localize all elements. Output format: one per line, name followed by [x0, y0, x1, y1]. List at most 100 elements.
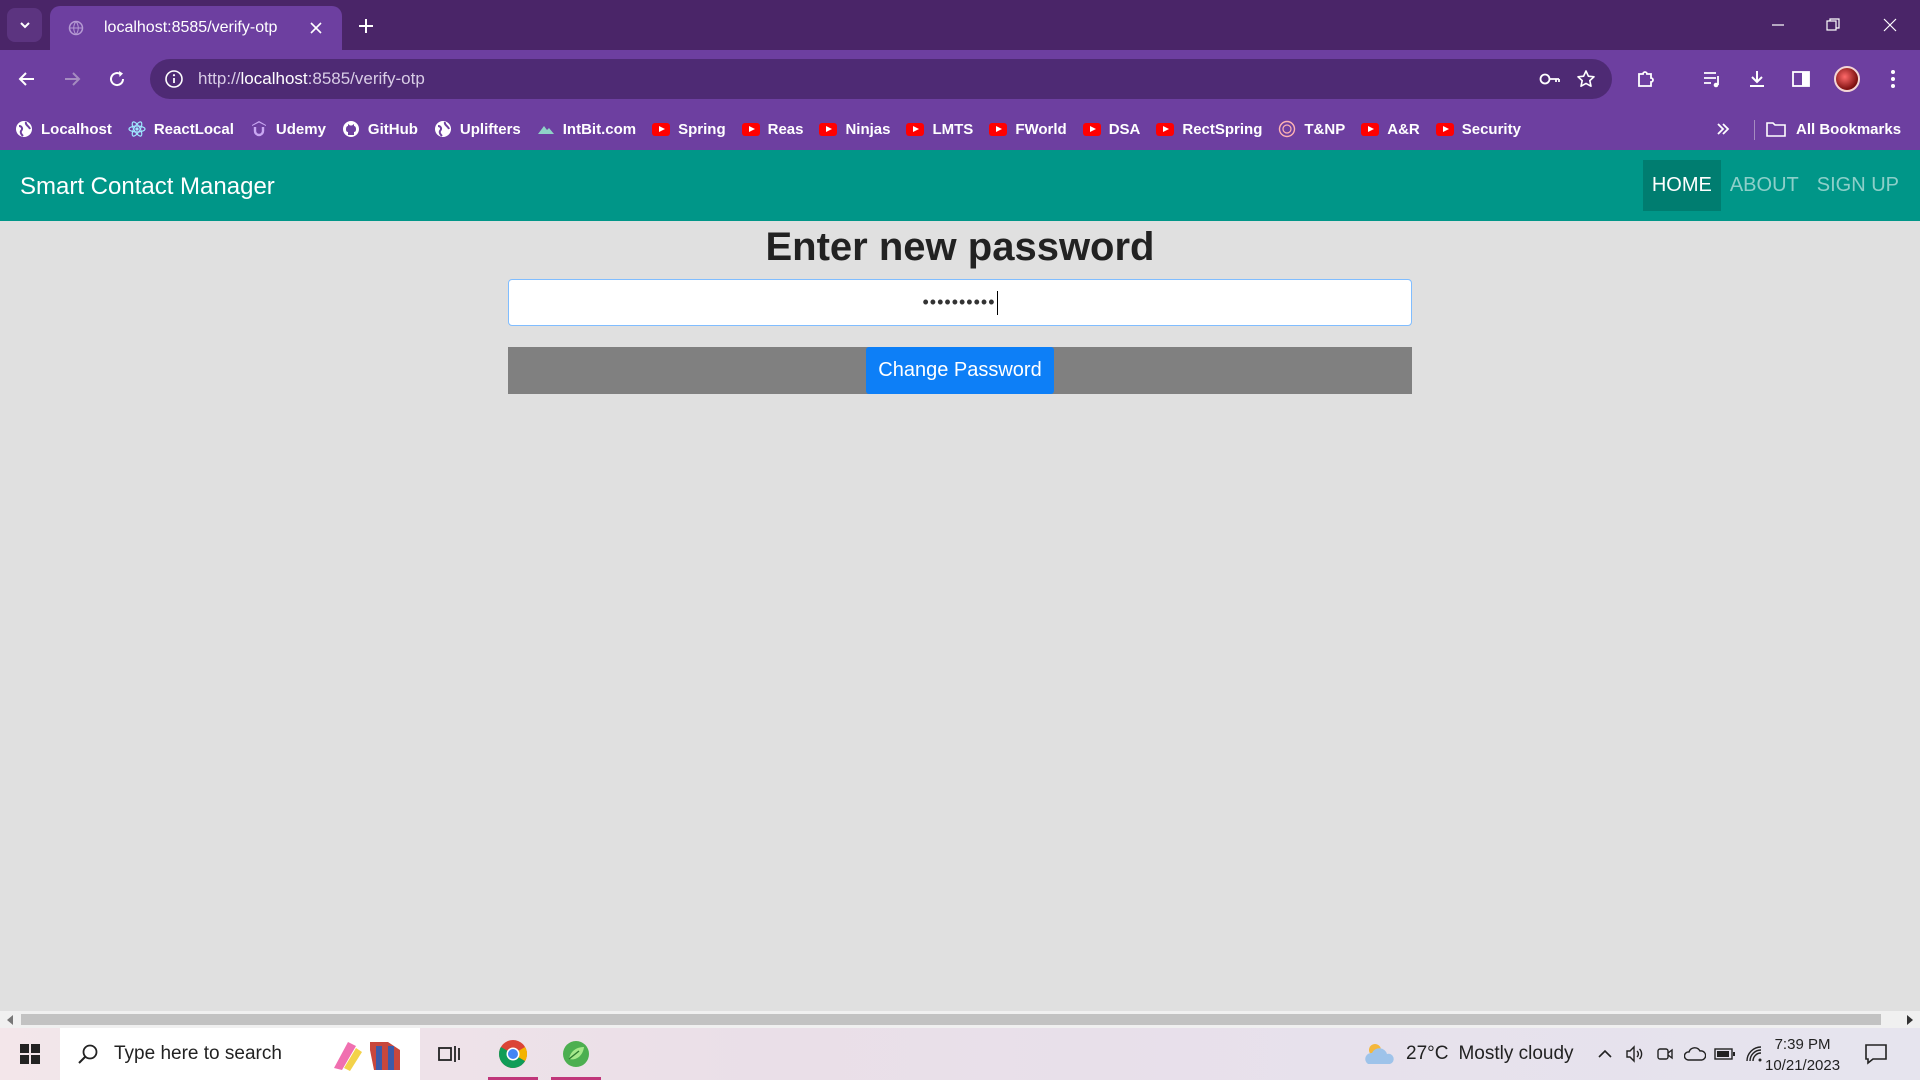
task-view-icon: [438, 1046, 460, 1062]
side-panel-icon: [1792, 71, 1810, 87]
bookmark-label: A&R: [1387, 120, 1420, 138]
bookmark-localhost[interactable]: Localhost: [7, 114, 120, 144]
browser-tab-active[interactable]: localhost:8585/verify-otp: [50, 6, 342, 50]
start-button[interactable]: [0, 1028, 60, 1080]
close-window-button[interactable]: [1870, 10, 1910, 40]
extensions-button[interactable]: [1629, 62, 1663, 96]
weather-temp: 27°C: [1406, 1043, 1449, 1064]
notification-icon: [1865, 1044, 1887, 1065]
url-text[interactable]: http://localhost:8585/verify-otp: [198, 69, 1532, 89]
weather-widget[interactable]: 27°C Mostly cloudy: [1362, 1028, 1574, 1080]
media-control-button[interactable]: [1695, 62, 1729, 96]
tab-close-button[interactable]: [304, 16, 328, 40]
bookmark-udemy[interactable]: Udemy: [242, 114, 334, 144]
address-bar[interactable]: http://localhost:8585/verify-otp: [150, 59, 1612, 99]
bookmark-reactlocal[interactable]: ReactLocal: [120, 114, 242, 144]
bookmark-label: Reas: [767, 120, 804, 138]
change-password-button[interactable]: Change Password: [866, 347, 1054, 394]
speaker-icon: [1626, 1045, 1643, 1063]
bookmark-uplifters[interactable]: Uplifters: [426, 114, 529, 144]
notification-center-button[interactable]: [1862, 1040, 1890, 1068]
folder-icon: [1766, 122, 1786, 137]
nav-signup[interactable]: SIGN UP: [1808, 160, 1908, 211]
scrollbar-thumb[interactable]: [21, 1014, 1881, 1025]
bookmark-label: Udemy: [275, 120, 326, 138]
bookmark-rectspring[interactable]: RectSpring: [1148, 114, 1270, 144]
restore-icon: [1826, 18, 1840, 31]
taskbar-clock[interactable]: 7:39 PM 10/21/2023: [1765, 1034, 1840, 1076]
bookmark-label: Localhost: [41, 120, 112, 138]
bookmark-ninjas[interactable]: Ninjas: [811, 114, 898, 144]
onedrive-button[interactable]: [1683, 1042, 1707, 1066]
bookmark-star-button[interactable]: [1568, 61, 1604, 97]
system-tray: [1590, 1028, 1770, 1080]
youtube-icon: [906, 120, 925, 138]
tab-search-button[interactable]: [7, 8, 42, 42]
forward-button[interactable]: [55, 62, 89, 96]
minimize-button[interactable]: [1758, 10, 1798, 40]
bookmark-intbit[interactable]: IntBit.com: [529, 114, 644, 144]
bookmarks-overflow-button[interactable]: [1708, 114, 1738, 144]
chrome-icon: [499, 1040, 527, 1068]
bookmark-label: Uplifters: [459, 120, 521, 138]
scroll-left-arrow[interactable]: [4, 1014, 16, 1026]
youtube-icon: [1435, 120, 1454, 138]
taskbar-spring-tool-suite[interactable]: [547, 1028, 605, 1080]
bookmark-spring[interactable]: Spring: [644, 114, 734, 144]
meet-now-button[interactable]: [1653, 1042, 1677, 1066]
scroll-right-arrow[interactable]: [1904, 1014, 1916, 1026]
horizontal-scrollbar[interactable]: [0, 1011, 1920, 1028]
youtube-icon: [1156, 120, 1175, 138]
browser-menu-button[interactable]: [1876, 62, 1910, 96]
taskbar-search-box[interactable]: Type here to search: [60, 1028, 420, 1080]
bookmark-security[interactable]: Security: [1428, 114, 1529, 144]
weather-description: Mostly cloudy: [1458, 1043, 1574, 1064]
clock-date: 10/21/2023: [1765, 1057, 1841, 1074]
volume-button[interactable]: [1623, 1042, 1647, 1066]
triangle-right-icon: [1907, 1015, 1913, 1025]
spring-leaf-icon: [563, 1041, 589, 1067]
profile-button[interactable]: [1830, 62, 1864, 96]
bookmark-label: T&NP: [1304, 120, 1346, 138]
taskbar-chrome[interactable]: [484, 1028, 542, 1080]
side-panel-button[interactable]: [1784, 62, 1818, 96]
bookmark-lmts[interactable]: LMTS: [898, 114, 981, 144]
task-view-button[interactable]: [420, 1028, 478, 1080]
nav-home[interactable]: HOME: [1642, 160, 1721, 211]
mountain-icon: [537, 120, 555, 138]
text-caret: [996, 290, 998, 315]
bookmark-anr[interactable]: A&R: [1353, 114, 1428, 144]
browser-tabstrip: localhost:8585/verify-otp: [0, 0, 1920, 50]
new-tab-button[interactable]: [352, 12, 380, 40]
downloads-button[interactable]: [1740, 62, 1774, 96]
bookmark-reas[interactable]: Reas: [734, 114, 812, 144]
password-key-button[interactable]: [1532, 61, 1568, 97]
restore-button[interactable]: [1813, 10, 1853, 40]
back-button[interactable]: [10, 62, 44, 96]
seal-icon: [1278, 120, 1296, 138]
bookmark-label: Security: [1461, 120, 1521, 138]
bookmark-tnp[interactable]: T&NP: [1270, 114, 1353, 144]
bookmark-fworld[interactable]: FWorld: [981, 114, 1074, 144]
url-path: :8585/verify-otp: [307, 69, 425, 88]
network-button[interactable]: [1743, 1042, 1767, 1066]
new-password-input[interactable]: ••••••••••: [508, 279, 1412, 326]
bookmark-dsa[interactable]: DSA: [1075, 114, 1149, 144]
site-info-button[interactable]: [162, 67, 186, 91]
brand-link[interactable]: Smart Contact Manager: [20, 173, 275, 201]
minimize-icon: [1772, 24, 1784, 26]
cloud-icon: [1684, 1047, 1706, 1061]
all-bookmarks-button[interactable]: All Bookmarks: [1766, 114, 1901, 144]
battery-button[interactable]: [1713, 1042, 1737, 1066]
chevron-up-icon: [1598, 1049, 1612, 1058]
double-chevron-right-icon: [1717, 123, 1730, 135]
react-icon: [128, 120, 146, 138]
youtube-icon: [1082, 120, 1101, 138]
show-hidden-icons-button[interactable]: [1593, 1042, 1617, 1066]
bookmark-github[interactable]: GitHub: [334, 114, 426, 144]
reload-button[interactable]: [100, 62, 134, 96]
camera-icon: [1657, 1048, 1673, 1060]
nav-about[interactable]: ABOUT: [1721, 160, 1808, 211]
youtube-icon: [989, 120, 1008, 138]
search-placeholder: Type here to search: [114, 1043, 282, 1064]
